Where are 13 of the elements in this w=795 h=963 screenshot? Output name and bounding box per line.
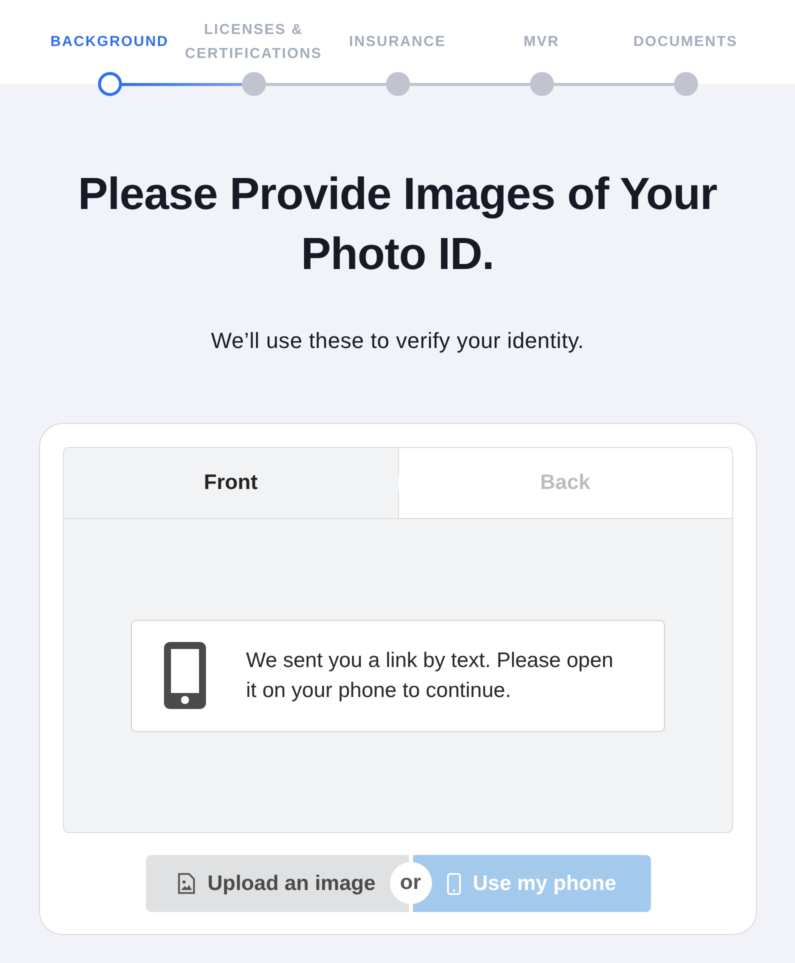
message-text: We sent you a link by text. Please open it on your phone to continue. bbox=[246, 648, 614, 704]
phone-icon bbox=[446, 872, 461, 894]
step-label: MVR bbox=[524, 33, 560, 52]
step-label: DOCUMENTS bbox=[633, 33, 738, 52]
step-label: LICENSES & CERTIFICATIONS bbox=[184, 21, 324, 64]
page-subtitle: We’ll use these to verify your identity. bbox=[210, 327, 586, 355]
phone-icon bbox=[164, 642, 206, 709]
side-tab[interactable]: Front bbox=[64, 448, 398, 518]
image-file-icon bbox=[178, 873, 196, 894]
page-title: Please Provide Images of Your Photo ID. bbox=[76, 167, 718, 281]
step-label: BACKGROUND bbox=[50, 33, 169, 52]
step-label: INSURANCE bbox=[349, 33, 446, 52]
step-marker[interactable] bbox=[98, 72, 122, 96]
